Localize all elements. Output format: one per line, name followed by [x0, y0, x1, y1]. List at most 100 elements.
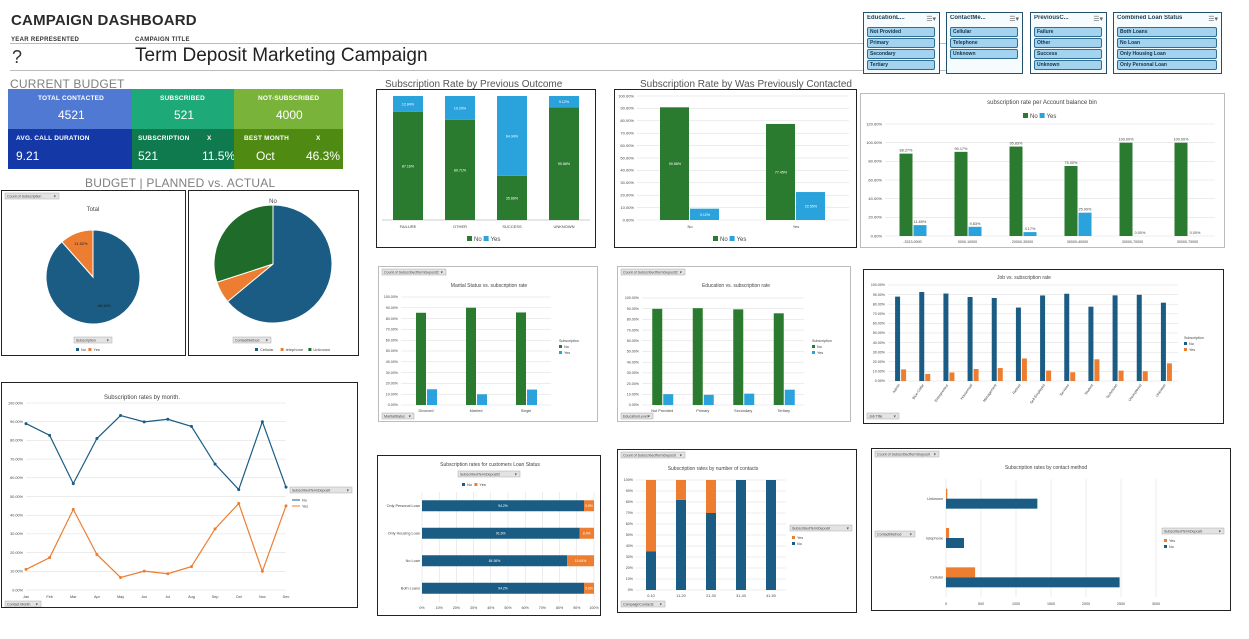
pie-no-legend-label: telephone [286, 347, 304, 352]
contact-method-bar [946, 538, 964, 548]
month-filter-chip-arrow: ▼ [35, 603, 39, 607]
balance-bin-data-label: 4.17% [1025, 227, 1036, 231]
prev-outcome-data-label: 12.84% [402, 102, 415, 106]
slicer-item[interactable]: Success [1034, 49, 1102, 59]
slicer-filter-icon[interactable]: ☰▾ [926, 15, 936, 23]
slicer-title: Combined Loan Status [1117, 15, 1183, 21]
slicer-item[interactable]: Other [1034, 38, 1102, 48]
balance-bin-data-label: 0.00% [1135, 231, 1146, 235]
balance-bin-legend-swatch [1023, 113, 1028, 118]
kpi-extra: X [316, 135, 321, 142]
prev-outcome-data-label: 19.29% [454, 106, 467, 110]
month-point [95, 552, 99, 556]
balance-bin-data-label: 95.83% [1010, 142, 1024, 146]
kpi-value-2: 11.5% [202, 149, 236, 163]
prev-outcome-title: Subscription Rate by Previous Outcome [385, 79, 563, 90]
slicer-item[interactable]: Both Loans [1117, 27, 1217, 37]
marital-category: Single [521, 409, 532, 413]
prev-outcome-data-label: 87.16% [402, 164, 415, 168]
month-point [284, 485, 288, 489]
slicer-item[interactable]: Unknown [1034, 60, 1102, 70]
education-field-chip-text: Count of SubscribedTermDeposit2 [623, 271, 678, 275]
slicer-loan-status[interactable]: Combined Loan Status ☰▾ Both Loans No Lo… [1113, 12, 1222, 74]
month-point [95, 437, 99, 441]
slicer-previous-outcome[interactable]: PreviousC... ☰▾ Failure Other Success Un… [1030, 12, 1107, 74]
prev-contacted-legend-swatch [729, 236, 735, 241]
kpi-value: 9.21 [16, 149, 40, 163]
slicer-item[interactable]: Unknown [950, 49, 1018, 59]
kpi-value-2: 46.3% [306, 149, 341, 163]
contacts-bar [706, 513, 716, 590]
balance-bin-data-label: 100.00% [1119, 138, 1135, 142]
balance-bin-data-label: 75.00% [1065, 161, 1079, 165]
slicer-contact-method[interactable]: ContactMe... ☰▾ Cellular Telephone Unkno… [946, 12, 1023, 74]
education-category: Tertiary [778, 409, 791, 413]
slicer-item[interactable]: Primary [867, 38, 935, 48]
contacts-tick: 90% [626, 489, 634, 493]
pie-no-chart: No ContactMethod ▼ Cellular telephone Unknown [213, 199, 333, 352]
marital-title: Marital Status vs. subscription rate [451, 283, 528, 289]
marital-legend-swatch [559, 351, 562, 354]
month-tick: 0.00% [12, 588, 23, 592]
balance-bin-bar [1078, 212, 1092, 236]
loan-legend-label: No [467, 482, 473, 487]
prev-outcome-data-label: 90.88% [558, 162, 571, 166]
slicer-item[interactable]: Telephone [950, 38, 1018, 48]
loan-data-label: 8.4% [583, 532, 591, 536]
slicer-education[interactable]: EducationL... ☰▾ Not Provided Primary Se… [863, 12, 940, 74]
job-tick: 60.00% [873, 322, 886, 326]
slicer-item[interactable]: Not Provided [867, 27, 935, 37]
slicer-item[interactable]: Only Housing Loan [1117, 49, 1217, 59]
contacts-tick: 10% [626, 577, 634, 581]
job-title: Job vs. subscription rate [997, 275, 1051, 281]
slicer-item[interactable]: Cellular [950, 27, 1018, 37]
slicer-filter-icon[interactable]: ☰▾ [1009, 15, 1019, 23]
job-category: Student [1084, 383, 1094, 395]
marital-tick: 40.00% [386, 360, 399, 364]
prev-contacted-title: Subscription Rate by Was Previously Cont… [640, 79, 852, 90]
slicer-filter-icon[interactable]: ☰▾ [1208, 15, 1218, 23]
balance-bin-legend-label: No [1030, 114, 1038, 120]
contact-method-category: Cellular [930, 576, 944, 580]
month-point [166, 417, 170, 421]
prev-contacted-tick: 50.00% [620, 155, 634, 160]
loan-data-label: 94.2% [498, 587, 508, 591]
month-category: Jun [141, 595, 147, 599]
pie-total-legend-label: Yes [93, 347, 100, 352]
kpi-value: 521 [174, 108, 195, 122]
month-category: Dec [283, 595, 290, 599]
slicer-item[interactable]: Failure [1034, 27, 1102, 37]
month-category: Aug [188, 595, 195, 599]
education-filter-chip-text: EducationLevel [623, 415, 648, 419]
balance-bin-tick: 0.00% [871, 233, 883, 238]
education-tick: 10.00% [627, 393, 640, 397]
month-point [213, 527, 217, 531]
prev-outcome-category: OTHER [453, 224, 467, 229]
job-legend-swatch [1184, 342, 1187, 345]
education-tick: 0.00% [629, 403, 640, 407]
kpi-value: 4000 [276, 108, 303, 122]
contacts-bar [706, 480, 716, 513]
loan-tick: 80% [556, 606, 564, 610]
panel-loan: Subscription rates for customers Loan St… [377, 455, 601, 616]
month-point [48, 433, 52, 437]
slicer-item[interactable]: No Loan [1117, 38, 1217, 48]
panel-education: Count of SubscribedTermDeposit2 ▼ Educatio… [617, 266, 851, 422]
prev-outcome-legend-swatch [467, 236, 472, 241]
slicer-item[interactable]: Tertiary [867, 60, 935, 70]
prev-outcome-category: UNKNOWN [553, 224, 574, 229]
marital-tick: 0.00% [388, 403, 399, 407]
slicer-item[interactable]: Only Personal Loan [1117, 60, 1217, 70]
balance-bin-category: 30000-70000 [1122, 240, 1143, 244]
job-bar [1118, 370, 1124, 381]
loan-data-label: 94.2% [498, 504, 508, 508]
prev-contacted-tick: 40.00% [620, 168, 634, 173]
slicer-filter-icon[interactable]: ☰▾ [1093, 15, 1103, 23]
budget-section-title: BUDGET | PLANNED vs. ACTUAL [85, 176, 276, 190]
education-bar [784, 389, 795, 405]
pie-no-title: No [269, 199, 277, 205]
job-tick: 20.00% [873, 360, 886, 364]
slicer-item[interactable]: Secondary [867, 49, 935, 59]
loan-legend-label: Yes [479, 482, 486, 487]
panel-contacts: Count of SubscribedTermDeposit ▼ Subscript… [617, 449, 857, 613]
